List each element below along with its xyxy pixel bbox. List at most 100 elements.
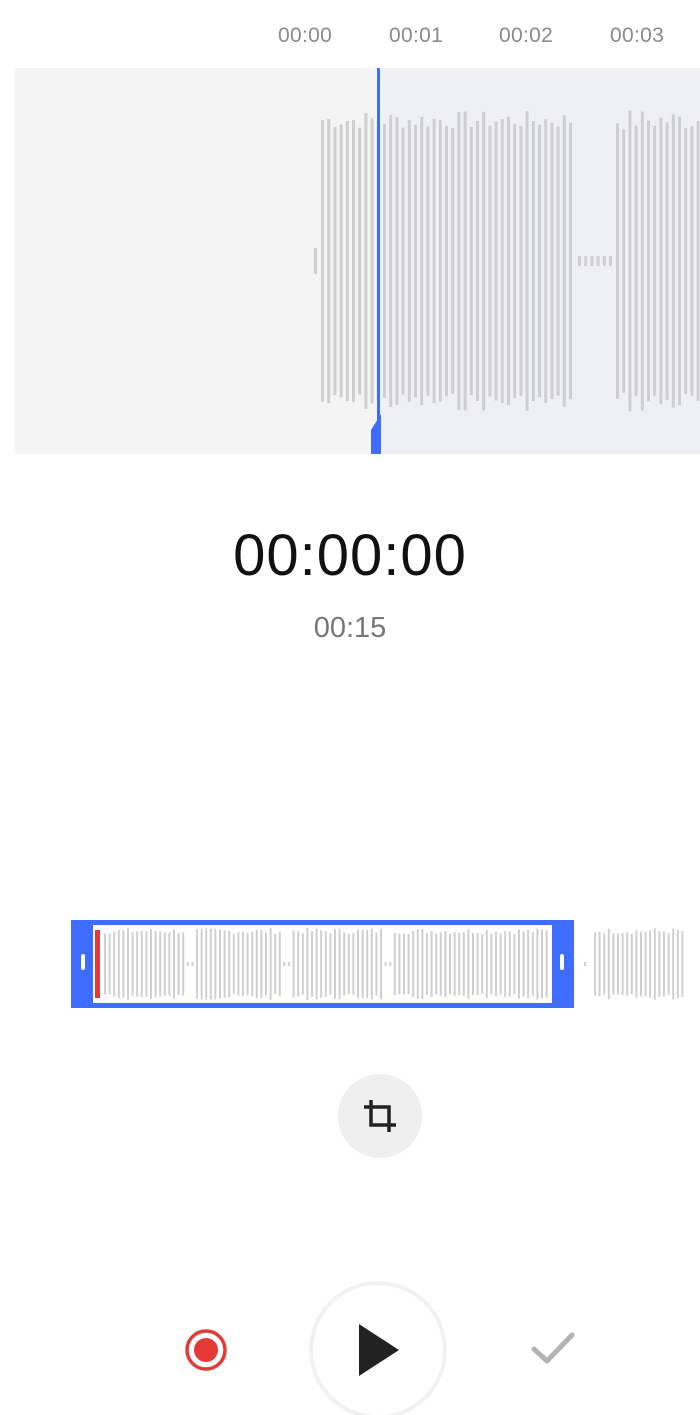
trim-handle-left[interactable] (81, 954, 85, 970)
waveform-bar (370, 118, 374, 404)
waveform-bar (494, 121, 498, 401)
waveform-bar (678, 116, 681, 406)
waveform-bar (676, 930, 679, 998)
waveform-bar (445, 125, 448, 397)
crop-icon (364, 1100, 396, 1132)
waveform-bar (451, 128, 455, 394)
waveform-bar (594, 932, 596, 996)
confirm-button[interactable] (525, 1326, 581, 1372)
waveform-bar (519, 125, 523, 397)
waveform-bar (463, 111, 467, 411)
trim-handle-right[interactable] (560, 954, 564, 970)
waveform-bar (407, 120, 411, 402)
waveform-bar (525, 111, 529, 411)
waveform-bar (426, 126, 430, 396)
waveform-bar (345, 121, 349, 401)
record-icon (185, 1329, 227, 1371)
waveform-bar (665, 122, 669, 400)
waveform-view[interactable] (15, 68, 700, 454)
total-duration: 00:15 (313, 612, 387, 644)
waveform-bar (659, 117, 663, 405)
waveform-bar (550, 123, 554, 399)
waveform-bar (647, 120, 650, 402)
waveform-bar (321, 120, 324, 402)
trim-strip[interactable] (0, 918, 700, 1010)
trim-selection[interactable] (71, 920, 574, 1008)
waveform-bar (339, 124, 343, 398)
waveform-bars (314, 110, 700, 412)
waveform-bar (538, 124, 541, 398)
waveform-bar (513, 123, 517, 399)
waveform-bar (420, 116, 424, 406)
waveform-bar (644, 931, 647, 997)
waveform-bar (681, 931, 684, 997)
waveform-bar (438, 120, 442, 402)
trim-position-cursor[interactable] (95, 930, 100, 998)
waveform-bar (531, 120, 535, 402)
waveform-bar (314, 248, 317, 274)
waveform-bar (488, 125, 492, 397)
waveform-bar (578, 256, 581, 266)
waveform-bar (383, 123, 386, 399)
waveform-bar (457, 112, 461, 410)
waveform-bar (395, 117, 399, 405)
waveform-bar (556, 126, 560, 396)
waveform-bar (584, 256, 588, 266)
timeline-tick-2: 00:02 (499, 24, 554, 47)
waveform-bar (569, 122, 572, 400)
waveform-bar (653, 125, 657, 397)
waveform-bar (603, 933, 606, 995)
waveform-bar (414, 124, 417, 398)
waveform-bar (690, 126, 694, 396)
playhead-handle[interactable] (371, 414, 381, 454)
waveform-bar (469, 126, 473, 396)
waveform-bar (696, 121, 700, 401)
waveform-bar (640, 931, 642, 997)
waveform-bar (616, 123, 619, 399)
timeline-tick-1: 00:01 (389, 24, 444, 47)
waveform-bar (684, 128, 688, 394)
waveform-bar (562, 115, 566, 407)
waveform-bar (333, 126, 337, 396)
waveform-bar (663, 931, 665, 997)
waveform-bar (358, 127, 362, 395)
waveform-bar (500, 119, 504, 403)
record-button[interactable] (183, 1327, 229, 1373)
waveform-bar (607, 928, 610, 1000)
waveform-bar (658, 930, 661, 998)
waveform-bar (507, 116, 510, 406)
waveform-bar (598, 931, 601, 997)
waveform-bar (667, 933, 670, 995)
waveform-bar (612, 933, 615, 995)
crop-button[interactable] (338, 1074, 422, 1158)
waveform-bar (672, 928, 675, 1000)
waveform-bar (628, 110, 632, 412)
waveform-bar (544, 119, 548, 403)
waveform-bar (640, 111, 644, 411)
play-button[interactable] (313, 1285, 443, 1415)
waveform-bar (617, 933, 619, 995)
waveform-bar (634, 125, 638, 397)
waveform-bar (649, 930, 652, 998)
timeline-tick-3: 00:03 (610, 24, 665, 47)
waveform-bar (432, 118, 436, 404)
playhead[interactable] (377, 68, 380, 454)
waveform-bar (635, 930, 638, 998)
waveform-bar (476, 121, 479, 401)
waveform-bar (622, 129, 626, 393)
waveform-bar (389, 114, 393, 408)
check-icon (531, 1332, 575, 1364)
waveform-bar (630, 933, 633, 995)
waveform-bar (653, 928, 656, 1000)
waveform-bar (482, 111, 486, 411)
waveform-bar (584, 962, 586, 966)
waveform-bar (401, 127, 405, 395)
waveform-bar (364, 113, 368, 409)
waveform-bar (602, 256, 606, 266)
play-icon (359, 1324, 399, 1376)
waveform-bar (596, 256, 600, 266)
current-time: 00:00:00 (233, 523, 467, 588)
waveform-bar (352, 119, 355, 403)
timeline-tick-0: 00:00 (278, 24, 333, 47)
waveform-bar (621, 932, 624, 996)
